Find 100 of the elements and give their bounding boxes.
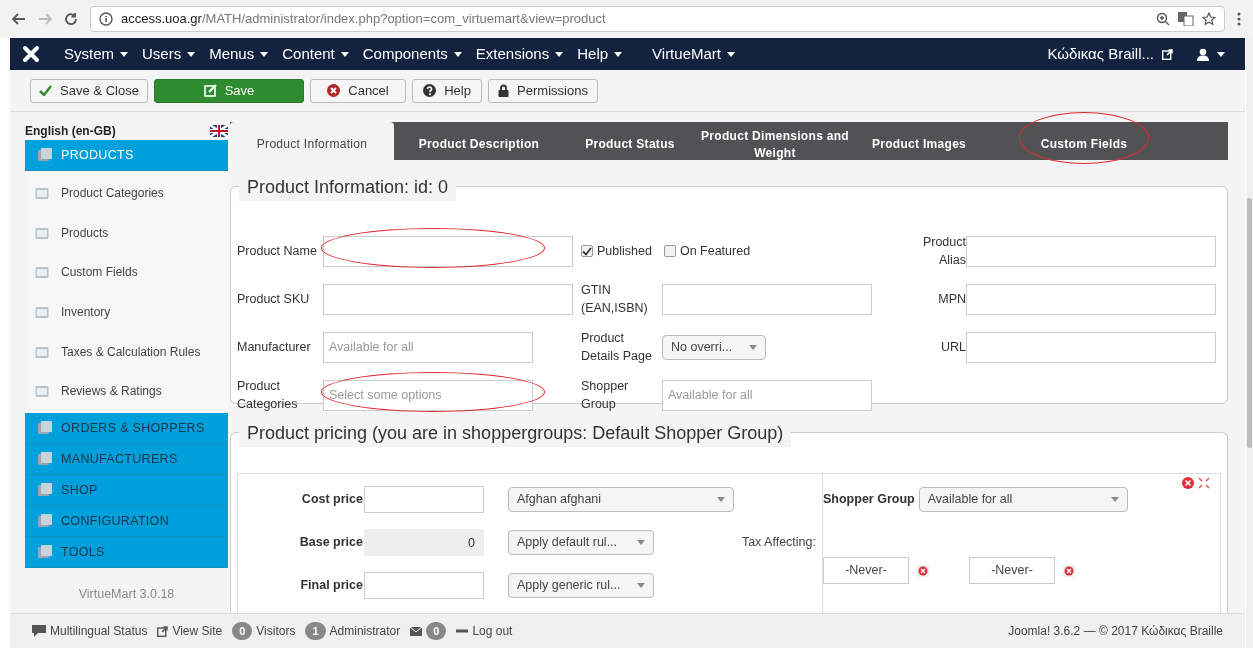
sidebar-group[interactable]: TOOLS — [25, 537, 228, 569]
field-label: Manufacturer — [237, 339, 312, 356]
caret-icon — [120, 51, 128, 57]
zoom-icon[interactable] — [1156, 12, 1170, 26]
user-menu-button[interactable] — [1197, 47, 1225, 61]
tab[interactable]: Product Status — [564, 122, 696, 160]
remove-icon[interactable] — [1182, 477, 1194, 489]
field-label: Product SKU — [237, 291, 311, 308]
stack-icon — [37, 147, 53, 163]
tab[interactable]: Product Information — [230, 122, 394, 160]
menu-item[interactable]: Content — [282, 42, 349, 66]
date-field[interactable]: -Never- — [823, 557, 909, 584]
sidebar-group[interactable]: CONFIGURATION — [25, 506, 228, 538]
tab[interactable]: Product Images — [854, 122, 984, 160]
sidebar-item[interactable]: Inventory — [25, 292, 228, 332]
stack-icon — [37, 482, 53, 499]
clear-icon[interactable] — [1063, 564, 1075, 577]
input-field[interactable] — [323, 235, 573, 267]
sidebar-item[interactable]: Taxes & Calculation Rules — [25, 331, 228, 372]
minus-icon — [456, 629, 469, 633]
toolbar-button[interactable]: Help — [412, 78, 482, 103]
info-icon[interactable] — [99, 12, 113, 26]
menu-item[interactable]: Components — [362, 42, 462, 66]
menu-icon[interactable] — [1237, 12, 1241, 26]
checkbox[interactable] — [581, 245, 593, 257]
toolbar-button[interactable]: Save — [154, 78, 304, 103]
sidebar-group[interactable]: ORDERS & SHOPPERS — [25, 413, 228, 445]
input-field[interactable] — [966, 283, 1216, 315]
input-field[interactable] — [364, 486, 484, 513]
stack-icon — [37, 513, 53, 530]
status-item[interactable]: Multilingual Status — [32, 622, 148, 640]
field-label: URL — [940, 339, 966, 356]
tab[interactable]: Product Dimensions and Weight — [696, 122, 854, 160]
toolbar-button[interactable]: Save & Close — [30, 78, 148, 103]
select-field[interactable]: No overri... — [662, 334, 766, 360]
count-badge: 1 — [305, 621, 326, 641]
external-link-icon — [1162, 48, 1173, 60]
date-field[interactable]: -Never- — [969, 557, 1055, 584]
tab[interactable]: Product Description — [394, 122, 564, 160]
menu-item[interactable]: Menus — [209, 42, 269, 66]
field-label: GTIN (EAN,ISBN) — [581, 282, 649, 317]
input-field[interactable] — [966, 235, 1216, 267]
checkbox[interactable] — [663, 245, 676, 257]
field-label: Final price — [299, 577, 364, 595]
field-label: Cost price — [300, 491, 364, 509]
select-field[interactable]: Available for all — [918, 487, 1128, 512]
field-label: Product Alias — [921, 234, 966, 269]
input-field[interactable] — [364, 572, 484, 599]
menu-item[interactable]: Extensions — [475, 42, 564, 66]
sidebar-group[interactable]: MANUFACTURERS — [25, 444, 228, 476]
input-field[interactable]: Available for all — [662, 379, 872, 411]
input-field[interactable] — [323, 283, 573, 315]
tab[interactable]: Custom Fields — [984, 122, 1184, 160]
flag-icon[interactable] — [210, 125, 228, 137]
translate-icon[interactable] — [1178, 12, 1194, 26]
field-label: Tax Affecting: — [741, 534, 817, 552]
menu-item[interactable]: System — [64, 42, 128, 66]
status-item[interactable]: Log out — [456, 622, 513, 640]
count-badge: 0 — [232, 621, 253, 641]
reload-icon[interactable] — [64, 12, 78, 26]
caret-icon — [1217, 51, 1225, 57]
address-bar[interactable]: access.uoa.gr/MATH/administrator/index.php?option=com_virtuemart&view=product — [90, 6, 1225, 32]
input-field[interactable] — [966, 331, 1216, 363]
menu-item[interactable]: Users — [142, 42, 196, 66]
status-item[interactable]: 0 — [410, 621, 447, 641]
help-icon — [423, 84, 437, 97]
sidebar-item[interactable]: Reviews & Ratings — [25, 371, 228, 412]
document-icon — [35, 384, 49, 399]
clear-icon[interactable] — [917, 564, 929, 577]
sidebar-group[interactable]: SHOP — [25, 475, 228, 507]
status-item[interactable]: View Site — [157, 622, 223, 640]
sidebar-item[interactable]: Custom Fields — [25, 252, 228, 293]
scrollbar-thumb[interactable] — [1247, 198, 1252, 448]
status-item[interactable]: 1 Administrator — [305, 621, 401, 641]
toolbar-button[interactable]: Cancel — [310, 78, 406, 103]
caret-icon — [717, 497, 725, 502]
input-field[interactable] — [662, 283, 872, 315]
expand-icon[interactable] — [1198, 477, 1210, 489]
document-icon — [35, 304, 49, 319]
site-link[interactable]: Κώδικας Braill... — [1047, 42, 1173, 66]
stack-icon — [37, 420, 53, 437]
caret-icon — [749, 344, 757, 350]
menu-item[interactable]: Help — [577, 42, 623, 66]
sidebar-item[interactable]: Product Categories — [25, 173, 228, 213]
star-icon[interactable] — [1202, 12, 1216, 26]
document-icon — [35, 265, 49, 280]
sidebar-item[interactable]: Products — [25, 212, 228, 253]
input-field[interactable]: Available for all — [323, 331, 533, 363]
select-field[interactable]: Apply generic rul... — [508, 573, 654, 598]
input-field[interactable]: Select some options — [323, 379, 533, 411]
caret-icon — [187, 51, 196, 57]
caret-icon — [637, 540, 645, 545]
menu-item[interactable]: VirtueMart — [652, 42, 735, 66]
select-field[interactable]: Afghan afghani — [508, 487, 734, 512]
edit-icon — [203, 84, 217, 97]
status-item[interactable]: 0 Visitors — [232, 621, 296, 641]
back-icon[interactable] — [12, 12, 26, 26]
field-label: Shopper Group — [581, 378, 630, 413]
toolbar-button[interactable]: Permissions — [488, 78, 598, 103]
check-icon — [39, 85, 53, 96]
